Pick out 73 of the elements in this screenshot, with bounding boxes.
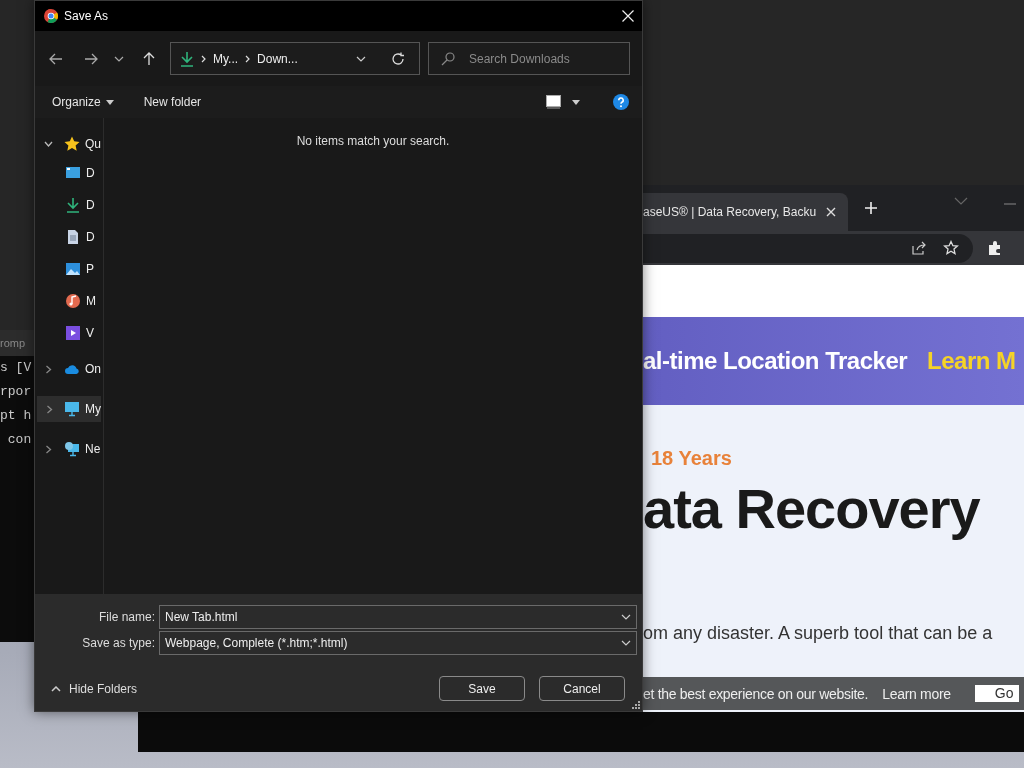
- star-icon: [64, 136, 80, 152]
- page-heading: ata Recovery: [643, 476, 981, 541]
- music-note-icon: [65, 293, 81, 309]
- nav-item[interactable]: P: [35, 253, 103, 285]
- download-icon: [65, 197, 81, 213]
- tagline: 18 Years: [651, 447, 733, 470]
- nav-item[interactable]: D: [35, 189, 103, 221]
- accept-button[interactable]: Go: [974, 685, 1020, 702]
- up-arrow-icon[interactable]: [143, 51, 155, 66]
- nav-item[interactable]: D: [35, 221, 103, 253]
- breadcrumb[interactable]: My...: [213, 51, 239, 66]
- star-icon[interactable]: [943, 240, 959, 256]
- caret-icon: [572, 99, 580, 105]
- refresh-icon[interactable]: [391, 51, 405, 66]
- new-folder-button[interactable]: New folder: [136, 91, 209, 113]
- puzzle-icon[interactable]: [987, 240, 1003, 256]
- terminal-text: con: [6, 432, 33, 448]
- chevron-right-icon: [201, 54, 206, 63]
- chevron-down-icon[interactable]: [44, 141, 53, 147]
- close-icon[interactable]: [622, 10, 634, 22]
- terminal-text: s [V: [0, 360, 33, 376]
- empty-message: No items match your search.: [296, 134, 450, 150]
- address-bar[interactable]: My... Down...: [170, 42, 420, 75]
- nav-item[interactable]: D: [35, 157, 103, 189]
- browser-logo-icon: [44, 9, 58, 23]
- resize-grip-icon: [632, 701, 640, 709]
- help-icon[interactable]: [613, 94, 629, 110]
- close-icon[interactable]: [826, 207, 837, 217]
- network-icon: [64, 441, 80, 457]
- learn-more-link[interactable]: Learn more: [882, 685, 951, 702]
- organize-button[interactable]: Organize: [45, 91, 121, 113]
- nav-item[interactable]: Ne: [35, 429, 103, 469]
- browser-tab[interactable]: aseUS® | Data Recovery, Backu: [643, 193, 849, 231]
- desktop-icon: [65, 165, 81, 181]
- search-field[interactable]: Search Downloads: [428, 42, 630, 75]
- nav-item[interactable]: On: [35, 349, 103, 389]
- hide-folders-button[interactable]: Hide Folders: [45, 680, 144, 697]
- chevron-right-icon[interactable]: [46, 404, 53, 414]
- cookie-text: et the best experience on our website.: [643, 685, 869, 702]
- file-type-dropdown[interactable]: Webpage, Complete (*.htm;*.html): [159, 631, 637, 655]
- chevron-right-icon[interactable]: [44, 364, 53, 374]
- download-icon: [180, 50, 194, 67]
- monitor-icon: [64, 401, 80, 417]
- document-icon: [65, 229, 81, 245]
- nav-item[interactable]: Qu: [35, 131, 103, 157]
- chevron-right-icon: [245, 54, 251, 63]
- caret-icon: [105, 99, 114, 105]
- plus-icon[interactable]: [864, 201, 879, 215]
- chevron-up-icon: [51, 685, 61, 692]
- terminal-text: rpor: [0, 384, 33, 400]
- tab-title: aseUS® | Data Recovery, Backu: [643, 205, 817, 219]
- cancel-button[interactable]: Cancel: [539, 676, 625, 701]
- chevron-down-icon[interactable]: [114, 55, 124, 62]
- chevron-right-icon[interactable]: [44, 444, 53, 454]
- nav-item[interactable]: M: [35, 285, 103, 317]
- forward-arrow-icon[interactable]: [84, 52, 98, 65]
- file-name-field[interactable]: New Tab.html: [159, 605, 637, 629]
- body-text: om any disaster. A superb tool that can be a: [643, 623, 994, 644]
- video-icon: [65, 325, 81, 341]
- back-arrow-icon[interactable]: [49, 52, 63, 65]
- terminal-text: pt h: [0, 408, 33, 424]
- field-label: File name:: [97, 610, 156, 624]
- save-button[interactable]: Save: [439, 676, 525, 701]
- breadcrumb[interactable]: Down...: [257, 51, 298, 66]
- view-icon: [546, 95, 561, 109]
- nav-item[interactable]: V: [35, 317, 103, 349]
- share-icon[interactable]: [911, 240, 927, 256]
- window-title: romp: [0, 337, 26, 349]
- field-label: Save as type:: [81, 636, 156, 650]
- banner-text: al-time Location Tracker: [643, 347, 908, 375]
- picture-icon: [65, 261, 81, 277]
- nav-item[interactable]: My: [37, 396, 101, 422]
- window-title: Save As: [64, 9, 110, 23]
